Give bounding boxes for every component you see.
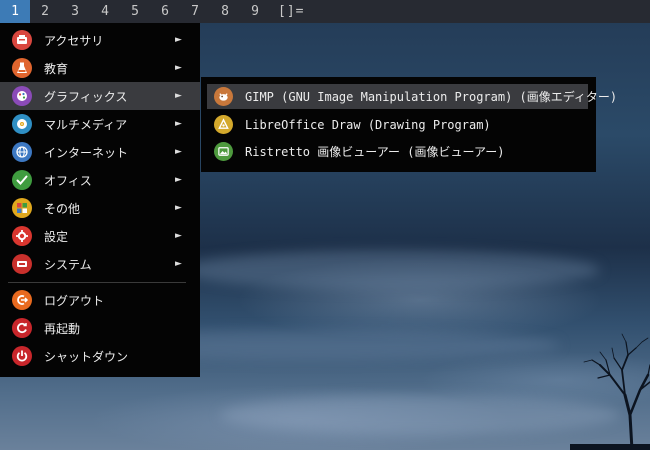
menu-item-label: マルチメディア xyxy=(44,117,128,132)
gimp-icon xyxy=(214,87,233,106)
menu-item-label: 再起動 xyxy=(44,321,81,336)
menu-item-label: 設定 xyxy=(44,229,69,244)
logout-icon xyxy=(12,290,32,310)
submenu-item-label: LibreOffice Draw (Drawing Program) xyxy=(245,117,491,132)
application-menu: アクセサリ ► 教育 ► グラフィックス ► マルチメディア ► インターネット… xyxy=(0,23,200,377)
shutdown-icon xyxy=(12,346,32,366)
submenu-arrow-icon: ► xyxy=(175,203,182,213)
menu-item-internet[interactable]: インターネット ► xyxy=(0,138,200,166)
education-flask-icon xyxy=(12,58,32,78)
reboot-icon xyxy=(12,318,32,338)
graphics-submenu: GIMP (GNU Image Manipulation Program) (画… xyxy=(201,77,617,172)
graphics-icon xyxy=(12,86,32,106)
menu-item-graphics[interactable]: グラフィックス ► xyxy=(0,82,200,110)
accessories-icon xyxy=(12,30,32,50)
submenu-arrow-icon: ► xyxy=(175,91,182,101)
cloud xyxy=(220,395,620,435)
settings-gear-icon xyxy=(12,226,32,246)
menu-separator xyxy=(8,282,186,283)
workspace-8[interactable]: 8 xyxy=(210,0,240,23)
submenu-item-label: Ristretto 画像ビューアー (画像ビューアー) xyxy=(245,145,505,159)
menu-item-shutdown[interactable]: シャットダウン xyxy=(0,342,200,370)
menu-item-settings[interactable]: 設定 ► xyxy=(0,222,200,250)
submenu-arrow-icon: ► xyxy=(175,35,182,45)
system-icon xyxy=(12,254,32,274)
menu-item-label: 教育 xyxy=(44,61,69,76)
cloud xyxy=(180,250,600,290)
workspace-1[interactable]: 1 xyxy=(0,0,30,23)
menu-item-label: シャットダウン xyxy=(44,349,129,364)
internet-globe-icon xyxy=(12,142,32,162)
menu-item-system[interactable]: システム ► xyxy=(0,250,200,278)
menu-item-label: グラフィックス xyxy=(44,89,128,104)
submenu-arrow-icon: ► xyxy=(175,147,182,157)
menu-item-label: アクセサリ xyxy=(44,33,104,48)
menu-item-label: ログアウト xyxy=(44,293,105,308)
workspace-9[interactable]: 9 xyxy=(240,0,270,23)
office-check-icon xyxy=(12,170,32,190)
other-grid-icon xyxy=(12,198,32,218)
submenu-item-libreoffice-draw[interactable]: LibreOffice Draw (Drawing Program) xyxy=(207,112,588,137)
workspace-6[interactable]: 6 xyxy=(150,0,180,23)
multimedia-icon xyxy=(12,114,32,134)
workspace-4[interactable]: 4 xyxy=(90,0,120,23)
ristretto-icon xyxy=(214,142,233,161)
menu-item-reboot[interactable]: 再起動 xyxy=(0,314,200,342)
submenu-item-ristretto[interactable]: Ristretto 画像ビューアー (画像ビューアー) xyxy=(207,139,588,164)
libreoffice-draw-icon xyxy=(214,115,233,134)
menu-item-office[interactable]: オフィス ► xyxy=(0,166,200,194)
submenu-item-label: GIMP (GNU Image Manipulation Program) (画… xyxy=(245,90,618,104)
menu-item-label: その他 xyxy=(44,201,81,216)
menu-item-logout[interactable]: ログアウト xyxy=(0,286,200,314)
workspace-7[interactable]: 7 xyxy=(180,0,210,23)
submenu-arrow-icon: ► xyxy=(175,63,182,73)
menu-item-label: インターネット xyxy=(44,145,129,160)
menu-item-education[interactable]: 教育 ► xyxy=(0,54,200,82)
submenu-arrow-icon: ► xyxy=(175,231,182,241)
submenu-arrow-icon: ► xyxy=(175,119,182,129)
menu-item-label: オフィス xyxy=(44,173,92,188)
menu-item-other[interactable]: その他 ► xyxy=(0,194,200,222)
menu-item-multimedia[interactable]: マルチメディア ► xyxy=(0,110,200,138)
top-bar: 1 2 3 4 5 6 7 8 9 []= xyxy=(0,0,650,23)
submenu-arrow-icon: ► xyxy=(175,175,182,185)
tree-silhouette xyxy=(570,333,650,450)
workspace-3[interactable]: 3 xyxy=(60,0,90,23)
menu-item-label: システム xyxy=(44,257,92,272)
workspace-2[interactable]: 2 xyxy=(30,0,60,23)
submenu-arrow-icon: ► xyxy=(175,259,182,269)
layout-indicator[interactable]: []= xyxy=(278,4,304,19)
workspace-5[interactable]: 5 xyxy=(120,0,150,23)
submenu-item-gimp[interactable]: GIMP (GNU Image Manipulation Program) (画… xyxy=(207,84,617,109)
menu-item-accessories[interactable]: アクセサリ ► xyxy=(0,26,200,54)
